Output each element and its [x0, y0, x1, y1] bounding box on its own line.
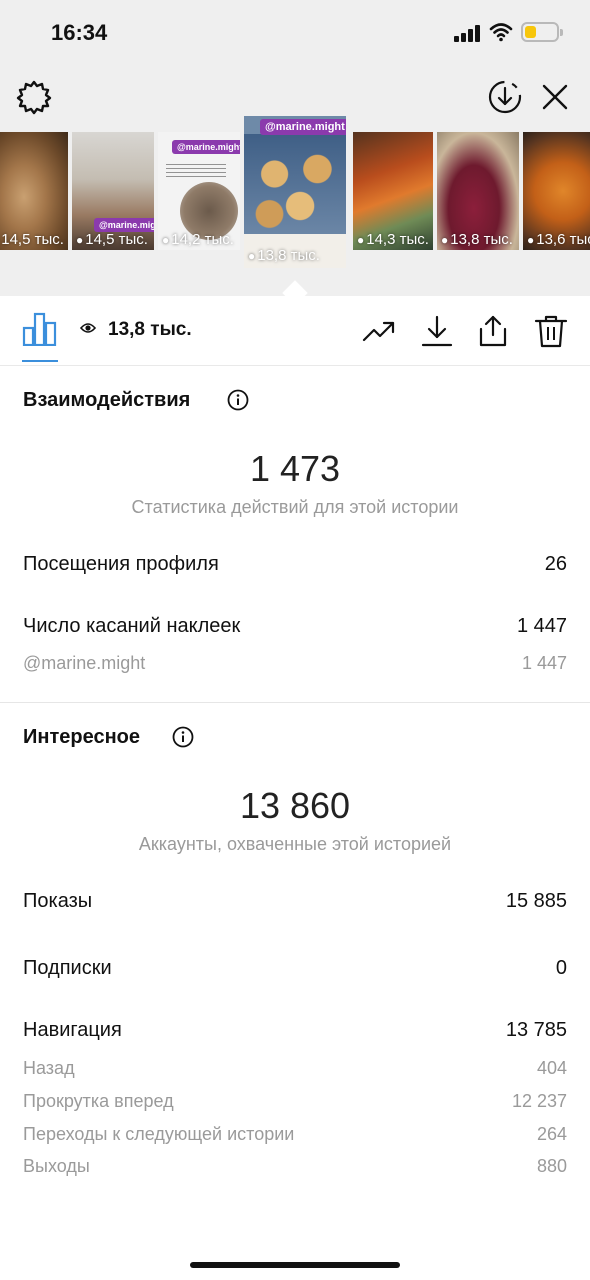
stat-row: Посещения профиля 26	[23, 553, 567, 581]
story-header-area: 16:34 14,5 тыс. @marine.mig ● 14,5 тыс. …	[0, 0, 590, 306]
thumb-views: ● 13,8 тыс.	[441, 231, 513, 248]
story-thumbnail[interactable]: ● 13,8 тыс.	[437, 132, 519, 250]
stat-value: 1 447	[521, 653, 567, 673]
stat-row: Навигация 13 785	[23, 1019, 567, 1047]
insights-toolbar: 13,8 тыс.	[0, 296, 590, 366]
thumb-views: ● 14,2 тыс.	[162, 231, 234, 248]
stat-label: Посещения профиля	[23, 553, 219, 575]
close-icon[interactable]	[540, 82, 570, 112]
stat-row: Подписки 0	[23, 957, 567, 985]
story-thumbnail[interactable]: ● 14,3 тыс.	[353, 132, 433, 250]
trash-icon[interactable]	[534, 314, 568, 348]
download-icon[interactable]	[420, 314, 454, 348]
gear-icon[interactable]	[16, 79, 52, 115]
home-indicator[interactable]	[190, 1262, 400, 1268]
discovery-subtitle: Аккаунты, охваченные этой историей	[138, 834, 452, 854]
stat-subrow: Переходы к следующей истории 264	[23, 1124, 567, 1152]
discovery-total: 13 860	[239, 785, 351, 826]
stat-row: Число касаний наклеек 1 447	[23, 615, 567, 643]
stat-value: 13 785	[505, 1019, 567, 1041]
wifi-icon	[489, 23, 513, 42]
bar-chart-icon[interactable]	[22, 312, 58, 346]
stat-value: 264	[536, 1124, 567, 1144]
stat-label: Навигация	[23, 1019, 122, 1041]
stat-label: Подписки	[23, 957, 112, 979]
status-time: 16:34	[51, 20, 108, 45]
stat-row: Показы 15 885	[23, 890, 567, 918]
stat-label: Переходы к следующей истории	[23, 1124, 295, 1144]
discovery-title: Интересное	[23, 726, 140, 748]
handle-tag: @marine.might	[172, 140, 240, 154]
stat-label: Назад	[23, 1058, 75, 1078]
thumb-views: ●13,6 тыс.	[527, 231, 590, 248]
thumb-views: ●14,5 тыс.	[76, 231, 148, 248]
info-icon[interactable]	[172, 726, 194, 748]
stat-label: Число касаний наклеек	[23, 615, 241, 637]
signal-icon	[454, 25, 482, 42]
story-thumbnail-selected[interactable]: @marine.might ● 13,8 тыс.	[244, 116, 346, 268]
stat-value: 1 447	[516, 615, 567, 637]
views-count: 13,8 тыс.	[108, 319, 192, 340]
stat-label: Прокрутка вперед	[23, 1091, 174, 1111]
stat-subrow: Назад 404	[23, 1058, 567, 1086]
story-thumbnail[interactable]: @marine.might ● 14,2 тыс.	[158, 132, 240, 250]
stat-value: 404	[536, 1058, 567, 1078]
download-circle-icon[interactable]	[486, 78, 524, 116]
info-icon[interactable]	[227, 389, 249, 411]
stat-value: 880	[536, 1156, 567, 1176]
interactions-subtitle: Статистика действий для этой истории	[131, 497, 459, 517]
story-thumbnail[interactable]: ●13,6 тыс.	[523, 132, 590, 250]
story-thumbnail[interactable]: @marine.might ●14,5 тыс.	[72, 132, 154, 250]
share-icon[interactable]	[476, 314, 510, 348]
trend-icon[interactable]	[362, 314, 396, 348]
eye-icon	[80, 323, 96, 333]
stat-label: @marine.might	[23, 653, 146, 673]
handle-tag: @marine.might	[94, 218, 154, 232]
interactions-total: 1 473	[249, 448, 341, 489]
stat-value: 26	[544, 553, 567, 575]
stat-label: Выходы	[23, 1156, 90, 1176]
stat-value: 12 237	[511, 1091, 567, 1111]
stat-value: 15 885	[505, 890, 567, 912]
handle-tag: @marine.might	[260, 119, 346, 135]
stat-label: Показы	[23, 890, 93, 912]
thumb-views: ●14,5 тыс.	[1, 231, 64, 248]
status-bar: 16:34	[0, 0, 590, 64]
stat-subrow: Выходы 880	[23, 1156, 567, 1184]
thumb-views: ● 14,3 тыс.	[357, 231, 429, 248]
active-tab-indicator	[22, 360, 58, 362]
stat-value: 0	[555, 957, 567, 979]
story-insights-screen: 16:34 14,5 тыс. @marine.mig ● 14,5 тыс. …	[0, 0, 590, 1280]
stat-subrow: @marine.might 1 447	[23, 653, 567, 681]
battery-icon	[521, 22, 563, 42]
thumb-views: ● 13,8 тыс.	[248, 247, 320, 264]
story-thumbnail[interactable]: ●14,5 тыс.	[0, 132, 68, 250]
interactions-title: Взаимодействия	[23, 389, 191, 411]
section-divider	[0, 702, 590, 703]
stat-subrow: Прокрутка вперед 12 237	[23, 1091, 567, 1119]
